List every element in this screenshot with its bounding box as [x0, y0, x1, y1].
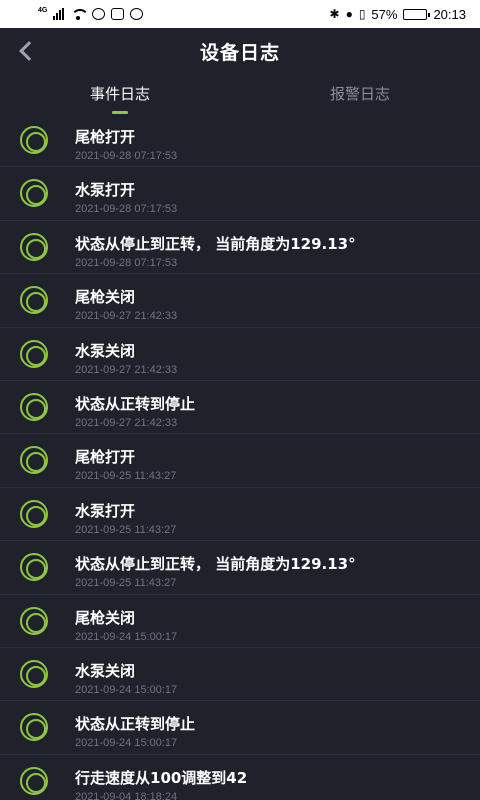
event-title: 状态从停止到正转， 当前角度为129.13°: [75, 234, 356, 253]
event-timestamp: 2021-09-27 21:42:33: [75, 363, 178, 376]
app-header: 设备日志: [0, 28, 480, 74]
event-timestamp: 2021-09-28 07:17:53: [75, 150, 178, 162]
event-title: 水泵打开: [75, 501, 136, 520]
message-notification-icon: [130, 8, 144, 20]
list-item[interactable]: 水泵打开 2021-09-25 11:43:27: [0, 488, 480, 542]
list-item[interactable]: 水泵关闭 2021-09-27 21:42:33: [0, 328, 480, 381]
event-ring-icon: [20, 126, 48, 154]
tab-event-log[interactable]: 事件日志: [0, 74, 240, 114]
event-ring-icon: [20, 713, 48, 742]
event-title: 行走速度从100调整到42: [75, 768, 248, 787]
event-timestamp: 2021-09-25 11:43:27: [75, 523, 177, 536]
network-type-label: 4G: [38, 6, 48, 14]
back-button[interactable]: [14, 38, 39, 64]
event-list: 尾枪打开 2021-09-28 07:17:53 水泵打开 2021-09-28 07…: [0, 114, 480, 800]
event-timestamp: 2021-09-04 18:18:24: [75, 790, 178, 800]
list-item[interactable]: 行走速度从100调整到42 2021-09-04 18:18:24: [0, 755, 480, 800]
tab-alarm-log[interactable]: 报警日志: [240, 74, 480, 114]
status-right: ✱ ● ▯ 57% 20:13: [330, 7, 467, 22]
event-title: 尾枪打开: [75, 448, 136, 467]
chevron-left-icon: [19, 41, 39, 61]
event-ring-icon: [20, 339, 48, 368]
battery-percent: 57%: [371, 6, 398, 22]
event-ring-icon: [20, 553, 48, 582]
wifi-icon: [70, 8, 90, 20]
event-ring-icon: [20, 179, 48, 208]
list-item[interactable]: 尾枪关闭 2021-09-24 15:00:17: [0, 595, 480, 648]
event-ring-icon: [20, 766, 48, 795]
event-title: 水泵关闭: [75, 661, 136, 680]
image-notification-icon: [111, 8, 125, 20]
bluetooth-icon: ✱: [329, 7, 340, 21]
event-ring-icon: [20, 606, 48, 635]
event-ring-icon: [20, 286, 48, 315]
list-item[interactable]: 状态从正转到停止 2021-09-27 21:42:33: [0, 381, 480, 435]
list-item[interactable]: 尾枪关闭 2021-09-27 21:42:33: [0, 274, 480, 328]
event-timestamp: 2021-09-28 07:17:53: [75, 203, 178, 216]
status-left: 4G: [38, 6, 144, 20]
event-timestamp: 2021-09-25 11:43:27: [75, 577, 177, 590]
tab-bar: 事件日志 报警日志: [0, 74, 480, 114]
event-ring-icon: [20, 659, 48, 688]
event-timestamp: 2021-09-24 15:00:17: [75, 683, 178, 696]
app-notification-icon: [92, 8, 106, 20]
event-ring-icon: [20, 499, 48, 528]
battery-icon: [403, 8, 431, 20]
event-timestamp: 2021-09-24 15:00:17: [75, 630, 178, 643]
event-title: 水泵关闭: [75, 341, 136, 360]
list-item[interactable]: 水泵打开 2021-09-28 07:17:53: [0, 167, 480, 221]
event-title: 尾枪关闭: [75, 288, 136, 307]
event-ring-icon: [20, 446, 48, 475]
clock: 20:13: [433, 6, 466, 22]
event-ring-icon: [20, 232, 48, 261]
event-timestamp: 2021-09-27 21:42:33: [75, 310, 178, 323]
event-timestamp: 2021-09-28 07:17:53: [75, 256, 178, 269]
list-item[interactable]: 状态从停止到正转， 当前角度为129.13° 2021-09-28 07:17:5…: [0, 221, 480, 275]
signal-icon: [53, 8, 65, 20]
event-title: 尾枪打开: [75, 128, 136, 146]
vibrate-icon: ▯: [358, 7, 366, 21]
list-item[interactable]: 尾枪打开 2021-09-28 07:17:53: [0, 114, 480, 168]
event-timestamp: 2021-09-25 11:43:27: [75, 470, 177, 483]
event-ring-icon: [20, 392, 48, 421]
list-item[interactable]: 状态从正转到停止 2021-09-24 15:00:17: [0, 701, 480, 755]
event-title: 尾枪关闭: [75, 608, 136, 627]
list-item[interactable]: 水泵关闭 2021-09-24 15:00:17: [0, 648, 480, 702]
list-item[interactable]: 尾枪打开 2021-09-25 11:43:27: [0, 434, 480, 488]
status-bar: 4G ✱ ● ▯ 57% 20:13: [0, 0, 480, 28]
list-item[interactable]: 状态从停止到正转， 当前角度为129.13° 2021-09-25 11:43:2…: [0, 541, 480, 595]
event-title: 状态从正转到停止: [75, 715, 196, 734]
event-title: 水泵打开: [75, 181, 136, 200]
event-title: 状态从正转到停止: [75, 394, 196, 413]
page-title: 设备日志: [199, 41, 280, 64]
location-icon: ●: [345, 7, 353, 21]
event-timestamp: 2021-09-27 21:42:33: [75, 416, 178, 429]
event-title: 状态从停止到正转， 当前角度为129.13°: [75, 555, 356, 574]
event-timestamp: 2021-09-24 15:00:17: [75, 737, 178, 750]
